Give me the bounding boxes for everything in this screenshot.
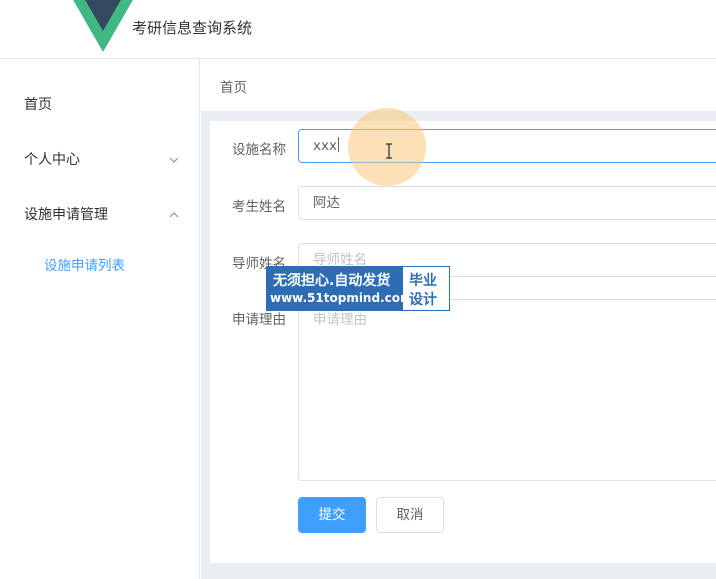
reason-placeholder: 申请理由 bbox=[313, 312, 367, 328]
text-caret bbox=[337, 137, 339, 152]
watermark-tag-line1: 毕业 bbox=[409, 273, 437, 289]
student-name-input[interactable]: 阿达 bbox=[298, 186, 716, 220]
reason-textarea[interactable]: 申请理由 bbox=[298, 299, 716, 481]
facility-name-input[interactable]: xxx bbox=[298, 129, 716, 163]
sidebar-menu: 首页 个人中心 设施申请管理 设施申请列表 bbox=[0, 59, 200, 579]
submit-button[interactable]: 提交 bbox=[298, 497, 366, 533]
breadcrumb-home[interactable]: 首页 bbox=[220, 76, 247, 96]
app-title: 考研信息查询系统 bbox=[132, 19, 253, 37]
watermark-text-block: 无须担心.自动发货 www.51topmind.com bbox=[267, 267, 413, 310]
watermark-tag-block: 毕业 设计 bbox=[403, 267, 449, 310]
form-card: 设施名称 xxx 考生姓名 阿达 导师姓名 导师姓名 申请理由 申请理由 提交 … bbox=[210, 121, 716, 563]
watermark-slogan: 无须担心.自动发货 bbox=[273, 273, 391, 289]
facility-name-value: xxx bbox=[313, 138, 337, 154]
cancel-button[interactable]: 取消 bbox=[376, 497, 444, 533]
chevron-down-icon bbox=[169, 157, 179, 163]
sidebar-item-facility-management[interactable]: 设施申请管理 bbox=[0, 187, 199, 243]
breadcrumb: 首页 bbox=[201, 59, 716, 111]
sidebar-subitem-facility-list[interactable]: 设施申请列表 bbox=[0, 241, 199, 291]
sidebar-item-label: 设施申请管理 bbox=[24, 207, 108, 223]
sidebar-item-personal-center[interactable]: 个人中心 bbox=[0, 132, 199, 188]
reason-label: 申请理由 bbox=[232, 312, 286, 328]
student-name-value: 阿达 bbox=[313, 195, 340, 211]
sidebar-item-label: 个人中心 bbox=[24, 152, 80, 168]
facility-name-label: 设施名称 bbox=[232, 142, 286, 158]
text-cursor-icon bbox=[386, 143, 392, 159]
watermark-url: www.51topmind.com bbox=[270, 291, 413, 305]
top-header: 考研信息查询系统 bbox=[0, 0, 716, 59]
vue-logo-icon bbox=[73, 0, 133, 52]
sidebar-item-label: 首页 bbox=[24, 97, 52, 113]
watermark-tag-line2: 设计 bbox=[409, 292, 437, 308]
chevron-up-icon bbox=[169, 212, 179, 218]
sidebar-item-home[interactable]: 首页 bbox=[0, 77, 199, 133]
watermark-badge: 无须担心.自动发货 www.51topmind.com 毕业 设计 bbox=[266, 266, 450, 311]
student-name-label: 考生姓名 bbox=[232, 199, 286, 215]
sidebar-subitem-label: 设施申请列表 bbox=[44, 258, 125, 274]
main-content: 首页 设施名称 xxx 考生姓名 阿达 导师姓名 导师姓名 申请理由 申请理由 … bbox=[201, 59, 716, 579]
